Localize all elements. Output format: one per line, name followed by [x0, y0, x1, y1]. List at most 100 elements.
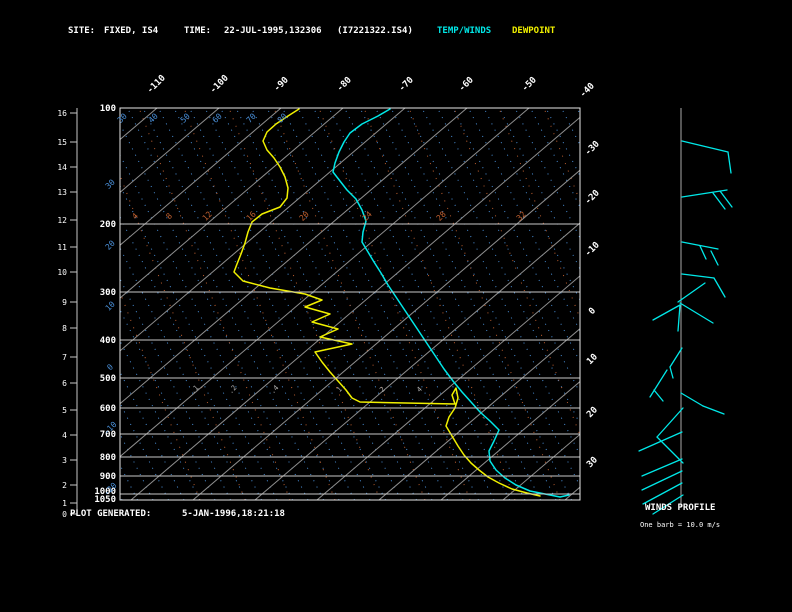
moist-adiabat-line	[138, 108, 291, 500]
plot-generated-value: 5-JAN-1996,18:21:18	[182, 509, 285, 519]
mixing-ratio-label: 2	[378, 385, 387, 394]
dry-adiabat-line	[220, 108, 417, 500]
wind-barb-segment	[702, 405, 725, 415]
isotherm-label-top: -60	[457, 75, 476, 94]
height-tick-label: 4	[62, 431, 67, 440]
dry-adiabat-line	[545, 108, 580, 178]
thetaw-label: 4	[130, 211, 140, 221]
theta-label-left: -20	[102, 481, 119, 498]
mixing-ratio-label: .4	[269, 384, 281, 396]
dry-adiabat-line	[561, 108, 580, 147]
dry-adiabat-line	[120, 122, 309, 500]
dry-adiabat-line	[127, 108, 324, 500]
dry-adiabat-line	[120, 215, 262, 500]
wind-barb-segment	[656, 436, 684, 464]
wind-barb-segment	[669, 366, 674, 379]
isotherm-label-top: -90	[272, 75, 291, 94]
dry-adiabat-line	[266, 108, 464, 500]
dry-adiabat-line	[437, 108, 580, 395]
moist-adiabat-line	[543, 108, 580, 203]
isotherm-label-top: -80	[335, 75, 354, 94]
pressure-tick-label: 1050	[94, 495, 116, 505]
dewpoint-curve	[233, 108, 541, 497]
wind-barb-segment	[680, 392, 704, 407]
dry-adiabat-line	[530, 108, 580, 209]
isotherm-line	[120, 108, 158, 141]
plot-border	[119, 107, 581, 501]
isotherm-label-top: -40	[578, 81, 597, 100]
theta-label-top: 40	[147, 112, 160, 125]
wind-barb-segment	[679, 302, 714, 324]
moist-adiabat-line	[453, 108, 580, 437]
mixing-ratio-label: 4	[415, 385, 424, 394]
wind-barb-segment	[681, 140, 729, 153]
wind-barb-segment	[713, 277, 726, 298]
dry-adiabat-line	[390, 108, 580, 488]
moist-adiabat-line	[634, 108, 785, 500]
height-tick-label: 14	[57, 163, 67, 172]
pressure-tick-label: 100	[100, 104, 116, 114]
theta-label-left: 30	[104, 178, 117, 191]
thetaw-label: 12	[201, 210, 214, 223]
winds-profile-title: WINDS PROFILE	[645, 503, 716, 513]
isotherm-line	[316, 275, 580, 500]
height-tick-label: 3	[62, 456, 67, 465]
dry-adiabat-line	[344, 108, 541, 500]
dry-adiabat-line	[483, 108, 580, 302]
winds-profile-subtitle: One barb = 10.0 m/s	[640, 521, 721, 529]
isotherm-label-right: 10	[585, 352, 600, 367]
height-tick-label: 15	[57, 138, 67, 147]
dry-adiabat-line	[499, 108, 580, 271]
theta-label-top: 70	[245, 112, 258, 125]
wind-barb-segment	[649, 369, 668, 398]
isotherm-label-top: -100	[208, 73, 230, 95]
height-tick-label: 11	[57, 243, 67, 252]
pressure-tick-label: 200	[100, 220, 116, 230]
pressure-tick-label: 900	[100, 472, 116, 482]
height-tick-label: 5	[62, 406, 67, 415]
plot-generated-label: PLOT GENERATED:	[70, 509, 152, 519]
dry-adiabat-line	[204, 108, 402, 500]
height-tick-label: 12	[57, 216, 67, 225]
isotherm-line	[254, 222, 580, 500]
pressure-tick-label: 400	[100, 336, 116, 346]
moist-adiabat-line	[228, 108, 381, 500]
height-tick-label: 2	[62, 481, 67, 490]
height-tick-label: 9	[62, 298, 67, 307]
wind-barb-segment	[699, 245, 707, 260]
sounding-plot-screen: SITE: FIXED, IS4 TIME: 22-JUL-1995,13230…	[0, 0, 792, 612]
thetaw-label: 28	[435, 210, 448, 223]
dry-adiabat-line	[297, 108, 495, 500]
isotherm-line	[120, 108, 282, 246]
wind-barb-segment	[653, 389, 664, 402]
isotherm-line	[120, 108, 530, 458]
dry-adiabat-line	[406, 108, 580, 457]
theta-label-left: 0	[105, 362, 115, 372]
pressure-tick-label: 300	[100, 288, 116, 298]
isotherm-label-right: 0	[587, 306, 598, 317]
dry-adiabat-line	[120, 463, 138, 500]
dry-adiabat-line	[120, 370, 185, 500]
dry-adiabat-line	[328, 108, 526, 500]
moist-adiabat-line	[589, 108, 740, 500]
height-tick-label: 10	[57, 268, 67, 277]
isotherm-label-top: -110	[145, 73, 167, 95]
height-tick-label: 0	[62, 510, 67, 519]
moist-adiabat-line	[273, 108, 426, 500]
isotherm-label-right: -10	[583, 240, 602, 259]
thetaw-label: 20	[298, 210, 311, 223]
dry-adiabat-line	[251, 108, 448, 500]
isotherm-label-right: 20	[585, 405, 600, 420]
wind-barb-segment	[652, 304, 681, 321]
dry-adiabat-line	[120, 153, 293, 500]
wind-barb-segment	[638, 431, 683, 452]
height-tick-label: 7	[62, 353, 67, 362]
thetaw-label: 16	[245, 210, 258, 223]
isotherm-line	[564, 486, 580, 500]
isotherm-label-right: -30	[583, 139, 602, 158]
theta-label-top: 50	[179, 112, 192, 125]
isotherm-line	[120, 108, 344, 299]
height-tick-label: 13	[57, 188, 67, 197]
moist-adiabat-line	[120, 174, 246, 500]
height-tick-label: 16	[57, 109, 67, 118]
